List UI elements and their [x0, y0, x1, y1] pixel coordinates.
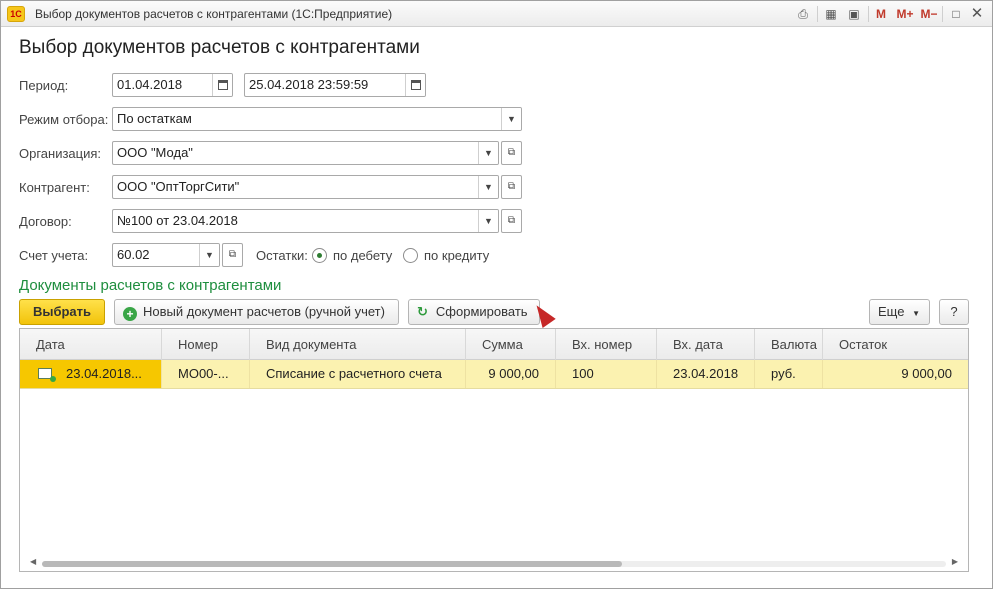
contract-label: Договор: [19, 214, 72, 229]
column-header[interactable]: Вх. дата [657, 329, 755, 360]
chevron-down-icon[interactable]: ▼ [199, 244, 219, 266]
mode-label: Режим отбора: [19, 112, 109, 127]
print-icon[interactable]: ⎙ [793, 5, 813, 23]
cell-date-value: 23.04.2018... [66, 366, 142, 381]
open-contract-icon[interactable]: ⧉ [501, 209, 522, 233]
open-counterparty-icon[interactable]: ⧉ [501, 175, 522, 199]
generate-label: Сформировать [435, 304, 528, 319]
cell-currency[interactable]: руб. [755, 360, 823, 388]
app-logo-icon[interactable]: 1С [7, 6, 25, 22]
more-button[interactable]: Еще ▼ [869, 299, 930, 325]
scroll-thumb[interactable] [42, 561, 622, 567]
mode-select[interactable]: По остаткам ▼ [112, 107, 522, 131]
organization-value: ООО "Мода" [117, 145, 193, 160]
column-header[interactable]: Сумма [466, 329, 556, 360]
period-to-calendar-icon[interactable] [405, 74, 425, 96]
memory-plus-button[interactable]: M+ [893, 5, 917, 23]
new-document-label: Новый документ расчетов (ручной учет) [143, 304, 385, 319]
plus-icon: + [123, 307, 137, 321]
balances-label: Остатки: [256, 248, 308, 263]
period-from-value: 01.04.2018 [117, 77, 183, 92]
account-label: Счет учета: [19, 248, 89, 263]
documents-table[interactable]: Дата Номер Вид документа Сумма Вх. номер… [19, 328, 969, 572]
cell-in-date[interactable]: 23.04.2018 [657, 360, 755, 388]
period-from-input[interactable]: 01.04.2018 [112, 73, 233, 97]
balance-credit-label[interactable]: по кредиту [424, 248, 489, 263]
column-header[interactable]: Вх. номер [556, 329, 657, 360]
window-title: Выбор документов расчетов с контрагентам… [35, 7, 393, 21]
select-button[interactable]: Выбрать [19, 299, 105, 325]
cell-in-number[interactable]: 100 [556, 360, 657, 388]
contract-select[interactable]: №100 от 23.04.2018 ▼ [112, 209, 499, 233]
calculator-icon[interactable]: ▦ [821, 5, 841, 23]
counterparty-label: Контрагент: [19, 180, 90, 195]
table-header: Дата Номер Вид документа Сумма Вх. номер… [20, 329, 968, 360]
column-header[interactable]: Номер [162, 329, 250, 360]
chevron-down-icon[interactable]: ▼ [501, 108, 521, 130]
scroll-left-icon[interactable]: ◀ [30, 557, 36, 566]
chevron-down-icon[interactable]: ▼ [478, 142, 498, 164]
column-header[interactable]: Валюта [755, 329, 823, 360]
cell-sum[interactable]: 9 000,00 [466, 360, 556, 388]
table-row[interactable]: 23.04.2018... МО00-... Списание с расчет… [20, 360, 968, 389]
memory-button[interactable]: M [871, 5, 891, 23]
account-value: 60.02 [117, 247, 150, 262]
mode-value: По остаткам [117, 111, 192, 126]
period-label: Период: [19, 78, 69, 93]
chevron-down-icon[interactable]: ▼ [478, 210, 498, 232]
close-icon[interactable]: ✕ [967, 5, 987, 23]
balance-debit-label[interactable]: по дебету [333, 248, 392, 263]
column-header[interactable]: Дата [20, 329, 162, 360]
calendar-icon[interactable]: ▣ [844, 5, 864, 23]
new-document-button[interactable]: + Новый документ расчетов (ручной учет) [114, 299, 399, 325]
organization-select[interactable]: ООО "Мода" ▼ [112, 141, 499, 165]
chevron-down-icon[interactable]: ▼ [478, 176, 498, 198]
organization-label: Организация: [19, 146, 102, 161]
document-posted-icon [38, 368, 56, 382]
memory-minus-button[interactable]: M− [917, 5, 941, 23]
more-label: Еще [878, 304, 905, 319]
counterparty-select[interactable]: ООО "ОптТоргСити" ▼ [112, 175, 499, 199]
period-from-calendar-icon[interactable] [212, 74, 232, 96]
counterparty-value: ООО "ОптТоргСити" [117, 179, 240, 194]
account-select[interactable]: 60.02 ▼ [112, 243, 220, 267]
main-window: 1С Выбор документов расчетов с контраген… [0, 0, 993, 589]
open-organization-icon[interactable]: ⧉ [501, 141, 522, 165]
period-to-input[interactable]: 25.04.2018 23:59:59 [244, 73, 426, 97]
cell-date[interactable]: 23.04.2018... [20, 360, 162, 388]
help-button[interactable]: ? [939, 299, 969, 325]
generate-button[interactable]: ↻ Сформировать [408, 299, 540, 325]
balance-debit-radio[interactable] [312, 248, 327, 263]
period-to-value: 25.04.2018 23:59:59 [249, 77, 369, 92]
maximize-icon[interactable]: □ [946, 5, 966, 23]
refresh-icon: ↻ [417, 304, 428, 319]
cell-doc-type[interactable]: Списание с расчетного счета [250, 360, 466, 388]
title-bar: 1С Выбор документов расчетов с контраген… [1, 1, 992, 27]
scroll-right-icon[interactable]: ▶ [952, 557, 958, 566]
chevron-down-icon: ▼ [912, 309, 920, 318]
column-header[interactable]: Остаток [823, 329, 968, 360]
cell-balance[interactable]: 9 000,00 [823, 360, 968, 388]
section-title: Документы расчетов с контрагентами [19, 277, 282, 294]
horizontal-scrollbar[interactable]: ◀ ▶ [28, 557, 960, 568]
open-account-icon[interactable]: ⧉ [222, 243, 243, 267]
contract-value: №100 от 23.04.2018 [117, 213, 238, 228]
form-title: Выбор документов расчетов с контрагентам… [19, 37, 420, 58]
balance-credit-radio[interactable] [403, 248, 418, 263]
column-header[interactable]: Вид документа [250, 329, 466, 360]
cell-number[interactable]: МО00-... [162, 360, 250, 388]
